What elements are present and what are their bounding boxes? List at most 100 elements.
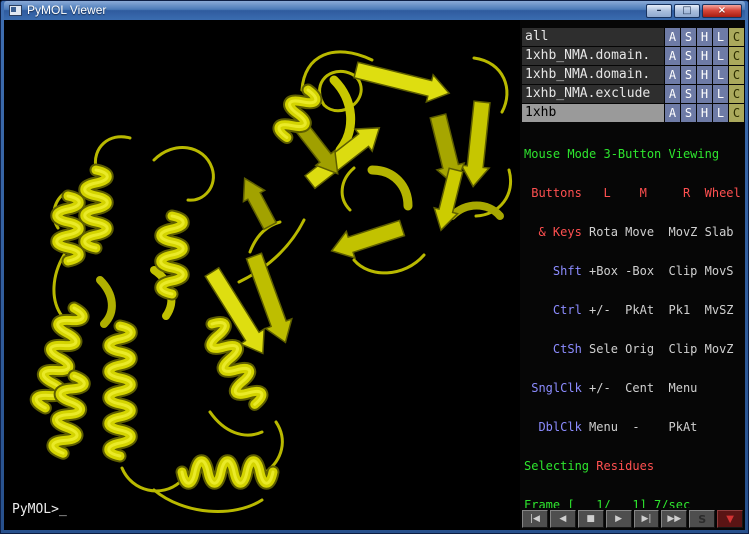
object-hide-button[interactable]: H: [697, 47, 712, 65]
label-segment: & Keys: [524, 225, 582, 239]
label-segment: CtSh: [524, 342, 582, 356]
object-color-button[interactable]: C: [729, 104, 744, 122]
values-segment: Rota Move MovZ Slab: [582, 225, 734, 239]
object-action-button[interactable]: A: [665, 47, 680, 65]
object-name[interactable]: all: [522, 28, 664, 46]
buttons-header-line: Buttons L M R Wheel: [524, 187, 744, 200]
close-button[interactable]: ×: [702, 4, 742, 18]
singleclick-line: SnglClk +/- Cent Menu: [524, 382, 744, 395]
ctrl-line: Ctrl +/- PkAt Pk1 MvSZ: [524, 304, 744, 317]
object-label-button[interactable]: L: [713, 66, 728, 84]
object-show-button[interactable]: S: [681, 47, 696, 65]
movie-first-button[interactable]: |◀: [522, 510, 548, 528]
object-color-button[interactable]: C: [729, 47, 744, 65]
object-row: 1xhb_NMA.domain. A S H L C: [522, 66, 744, 84]
label-segment: Ctrl: [524, 303, 582, 317]
object-name[interactable]: 1xhb_NMA.domain.: [522, 66, 664, 84]
movie-last-button[interactable]: ▶▶: [661, 510, 687, 528]
object-buttons: A S H L C: [665, 28, 744, 46]
object-action-button[interactable]: A: [665, 28, 680, 46]
minimize-icon: –: [657, 5, 662, 16]
object-row: 1xhb_NMA.domain. A S H L C: [522, 47, 744, 65]
object-show-button[interactable]: S: [681, 28, 696, 46]
play-icon: ▶: [615, 514, 622, 524]
skip-to-end-icon: ▶▶: [667, 514, 681, 524]
maximize-button[interactable]: □: [674, 4, 700, 18]
object-label-button[interactable]: L: [713, 85, 728, 103]
protein-structure: [4, 20, 520, 531]
object-label-button[interactable]: L: [713, 47, 728, 65]
doubleclick-line: DblClk Menu - PkAt: [524, 421, 744, 434]
object-action-button[interactable]: A: [665, 66, 680, 84]
object-label-button[interactable]: L: [713, 28, 728, 46]
window-controls: – □ ×: [646, 4, 742, 18]
window-title: PyMOL Viewer: [27, 1, 106, 20]
values-segment: Menu - PkAt: [582, 420, 698, 434]
client-area: PyMOL>_ all A S H L C 1xhb_NMA.domain.: [4, 20, 745, 530]
object-label-button[interactable]: L: [713, 104, 728, 122]
step-back-icon: ◀: [559, 514, 566, 524]
scene-button[interactable]: S: [689, 510, 715, 528]
object-show-button[interactable]: S: [681, 85, 696, 103]
label-segment: Selecting: [524, 459, 596, 473]
movie-stop-button[interactable]: ■: [578, 510, 604, 528]
mouse-mode-line[interactable]: Mouse Mode 3-Button Viewing: [524, 148, 744, 161]
text-segment: Buttons L M R Wheel: [524, 186, 741, 200]
object-show-button[interactable]: S: [681, 66, 696, 84]
keys-line: & Keys Rota Move MovZ Slab: [524, 226, 744, 239]
app-icon: [9, 5, 22, 16]
stop-icon: ■: [586, 514, 595, 524]
skip-to-start-icon: |◀: [530, 514, 540, 524]
panel-toggle-button[interactable]: ▼: [717, 510, 743, 528]
object-hide-button[interactable]: H: [697, 28, 712, 46]
label-segment: DblClk: [524, 420, 582, 434]
selecting-mode-line[interactable]: Selecting Residues: [524, 460, 744, 473]
object-buttons: A S H L C: [665, 104, 744, 122]
object-buttons: A S H L C: [665, 66, 744, 84]
text-segment: Frame [ 1/ 1] 7/sec: [524, 498, 690, 508]
movie-controls: |◀ ◀ ■ ▶ ▶| ▶▶ S ▼: [522, 508, 744, 529]
object-show-button[interactable]: S: [681, 104, 696, 122]
object-action-button[interactable]: A: [665, 85, 680, 103]
object-buttons: A S H L C: [665, 85, 744, 103]
maximize-icon: □: [682, 5, 691, 16]
step-forward-icon: ▶|: [641, 514, 651, 524]
scene-icon: S: [698, 513, 706, 526]
label-segment: SnglClk: [524, 381, 582, 395]
movie-forward-button[interactable]: ▶|: [634, 510, 660, 528]
object-row: all A S H L C: [522, 28, 744, 46]
mouse-help-panel: Mouse Mode 3-Button Viewing Buttons L M …: [522, 122, 744, 508]
object-color-button[interactable]: C: [729, 85, 744, 103]
minimize-button[interactable]: –: [646, 4, 672, 18]
command-prompt[interactable]: PyMOL>_: [12, 502, 67, 517]
values-segment: +/- PkAt Pk1 MvSZ: [582, 303, 734, 317]
object-hide-button[interactable]: H: [697, 85, 712, 103]
text-segment: Mouse Mode 3-Button Viewing: [524, 147, 719, 161]
object-hide-button[interactable]: H: [697, 104, 712, 122]
movie-play-button[interactable]: ▶: [606, 510, 632, 528]
titlebar[interactable]: PyMOL Viewer – □ ×: [4, 1, 745, 20]
object-name[interactable]: 1xhb: [522, 104, 664, 122]
object-buttons: A S H L C: [665, 47, 744, 65]
control-panel: all A S H L C 1xhb_NMA.domain. A S H: [520, 20, 745, 530]
pymol-window: PyMOL Viewer – □ ×: [0, 0, 749, 534]
triangle-down-icon: ▼: [726, 514, 734, 525]
object-color-button[interactable]: C: [729, 66, 744, 84]
values-segment: +/- Cent Menu: [582, 381, 698, 395]
close-icon: ×: [718, 5, 726, 16]
object-name[interactable]: 1xhb_NMA.domain.: [522, 47, 664, 65]
values-segment: Residues: [596, 459, 654, 473]
values-segment: Sele Orig Clip MovZ: [582, 342, 734, 356]
object-name[interactable]: 1xhb_NMA.exclude: [522, 85, 664, 103]
values-segment: +Box -Box Clip MovS: [582, 264, 734, 278]
movie-back-button[interactable]: ◀: [550, 510, 576, 528]
object-hide-button[interactable]: H: [697, 66, 712, 84]
object-action-button[interactable]: A: [665, 104, 680, 122]
object-list: all A S H L C 1xhb_NMA.domain. A S H: [522, 28, 744, 122]
object-row: 1xhb A S H L C: [522, 104, 744, 122]
object-row: 1xhb_NMA.exclude A S H L C: [522, 85, 744, 103]
label-segment: Shft: [524, 264, 582, 278]
viewport-3d[interactable]: PyMOL>_: [4, 20, 520, 530]
object-color-button[interactable]: C: [729, 28, 744, 46]
shift-line: Shft +Box -Box Clip MovS: [524, 265, 744, 278]
